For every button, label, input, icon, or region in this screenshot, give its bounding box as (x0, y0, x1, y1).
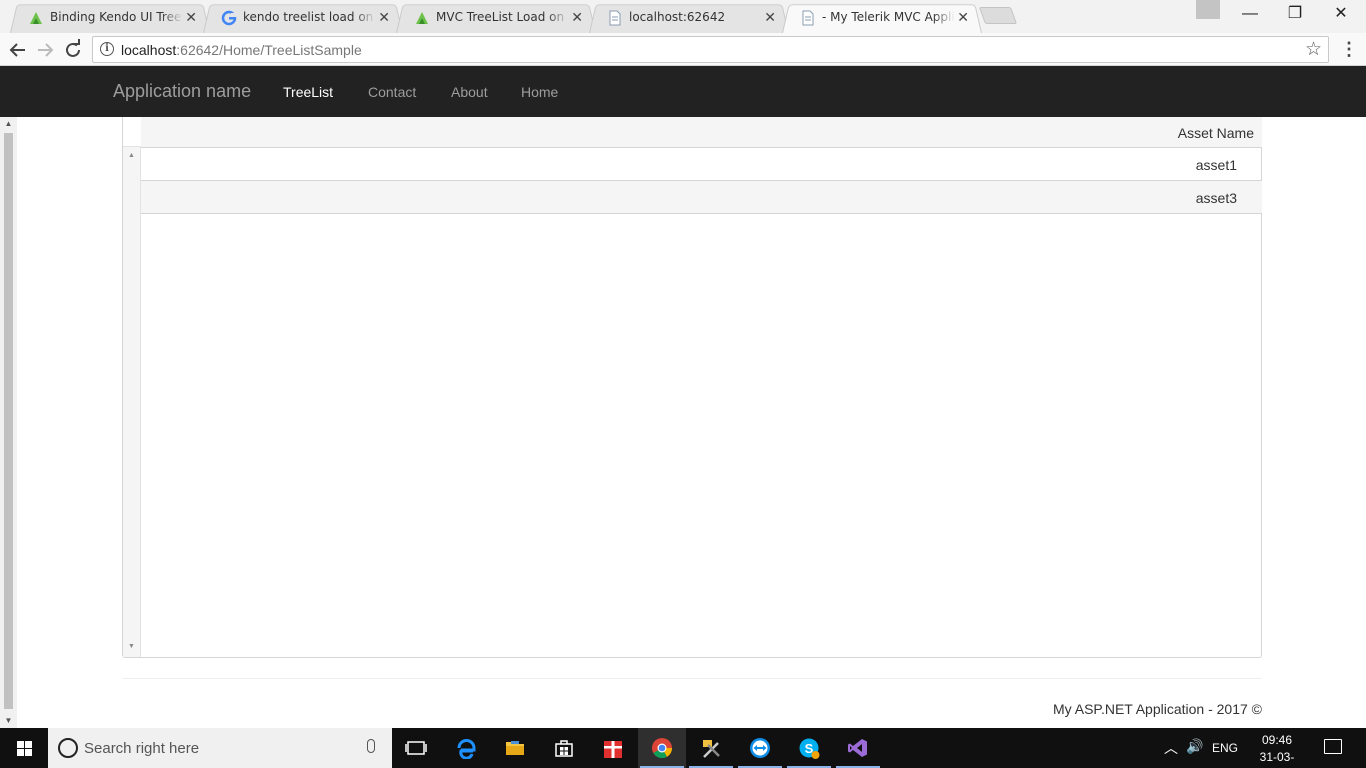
browser-toolbar: i localhost:62642/Home/TreeListSample ☆ … (0, 33, 1366, 66)
table-cell: asset3 (1195, 190, 1237, 206)
treelist-header: Asset Name (141, 117, 1262, 148)
treelist: ▲ ▼ Asset Name asset1 asset3 (122, 117, 1262, 658)
clock-date: 31-03-2017 (1259, 750, 1295, 768)
chevron-up-icon[interactable]: ︿ (1164, 738, 1178, 758)
chrome-icon[interactable] (638, 728, 686, 768)
browser-tab-strip: Binding Kendo UI TreeList ✕ kendo treeli… (0, 0, 1366, 34)
scrollbar-thumb[interactable] (4, 133, 13, 709)
url-text: localhost:62642/Home/TreeListSample (121, 42, 362, 58)
tab-title: localhost:62642 (629, 10, 762, 24)
table-row[interactable]: asset3 (141, 181, 1262, 214)
task-view-icon[interactable] (392, 728, 440, 768)
tab-title: kendo treelist load on demand (243, 10, 376, 24)
browser-tab[interactable]: MVC TreeList Load on Demand ✕ (396, 2, 596, 34)
page-scrollbar[interactable]: ▲ ▼ (0, 117, 17, 728)
kendo-icon (30, 12, 42, 24)
tab-title: Binding Kendo UI TreeList (50, 10, 183, 24)
address-bar[interactable]: i localhost:62642/Home/TreeListSample ☆ (92, 36, 1329, 63)
microphone-icon[interactable] (367, 739, 375, 753)
browser-tab[interactable]: localhost:62642 ✕ (589, 2, 789, 34)
treelist-scrollbar[interactable]: ▲ ▼ (123, 117, 141, 657)
gift-icon[interactable] (589, 728, 637, 768)
clock[interactable]: 09:46 31-03-2017 (1248, 732, 1306, 768)
table-cell: asset1 (1195, 157, 1237, 173)
scroll-up-icon[interactable]: ▲ (0, 117, 17, 131)
browser-menu-icon[interactable]: ⋮ (1340, 37, 1358, 63)
tab-title: - My Telerik MVC Application (822, 10, 955, 24)
footer-text: My ASP.NET Application - 2017 © (1052, 701, 1262, 717)
store-icon[interactable] (540, 728, 588, 768)
maximize-icon[interactable]: ❐ (1272, 0, 1318, 30)
close-icon[interactable]: ✕ (764, 8, 776, 26)
new-tab-button[interactable] (978, 7, 1018, 24)
windows-start-icon[interactable] (0, 728, 48, 768)
scroll-down-icon[interactable]: ▼ (0, 714, 17, 728)
close-icon[interactable]: ✕ (378, 8, 390, 26)
reload-icon[interactable] (60, 37, 86, 63)
page-icon (609, 10, 621, 26)
visual-studio-icon[interactable] (834, 728, 882, 768)
clock-time: 09:46 (1261, 733, 1293, 747)
notification-icon[interactable] (1324, 739, 1342, 754)
footer-divider (122, 678, 1262, 679)
forward-icon[interactable] (32, 37, 58, 63)
file-explorer-icon[interactable] (491, 728, 539, 768)
volume-icon[interactable]: 🔊 (1186, 738, 1203, 755)
close-icon[interactable]: ✕ (185, 8, 197, 26)
nav-link-about[interactable]: About (451, 84, 488, 100)
brand-link[interactable]: Application name (113, 81, 251, 102)
browser-tab-active[interactable]: - My Telerik MVC Application ✕ (782, 2, 982, 34)
page-icon (802, 10, 814, 26)
window-close-icon[interactable]: ✕ (1318, 0, 1364, 30)
back-icon[interactable] (5, 37, 31, 63)
tab-title: MVC TreeList Load on Demand (436, 10, 569, 24)
taskbar-search-box[interactable]: Search right here (48, 728, 392, 768)
skype-icon[interactable]: S (785, 728, 833, 768)
scroll-up-icon[interactable]: ▲ (123, 150, 140, 162)
teamviewer-icon[interactable] (736, 728, 784, 768)
info-icon[interactable]: i (100, 42, 114, 56)
cortana-icon (58, 738, 78, 758)
close-icon[interactable]: ✕ (571, 8, 583, 26)
tools-icon[interactable] (687, 728, 735, 768)
profile-icon[interactable] (1196, 0, 1220, 19)
browser-tab[interactable]: Binding Kendo UI TreeList ✕ (10, 2, 210, 34)
close-icon[interactable]: ✕ (957, 8, 969, 26)
kendo-icon (416, 12, 428, 24)
column-header-asset-name[interactable]: Asset Name (1178, 125, 1254, 141)
taskbar: Search right here S ︿ 🔊 ENG 09:46 31-03- (0, 728, 1366, 768)
browser-tab[interactable]: kendo treelist load on demand ✕ (203, 2, 403, 34)
nav-link-treelist[interactable]: TreeList (283, 84, 333, 100)
scroll-down-icon[interactable]: ▼ (123, 641, 140, 653)
nav-link-contact[interactable]: Contact (368, 84, 416, 100)
minimize-icon[interactable]: — (1227, 0, 1273, 30)
google-icon (221, 10, 237, 26)
bookmark-star-icon[interactable]: ☆ (1305, 38, 1322, 61)
nav-link-home[interactable]: Home (521, 84, 558, 100)
search-placeholder: Search right here (84, 740, 200, 757)
table-row[interactable]: asset1 (141, 148, 1262, 181)
edge-icon[interactable] (442, 728, 490, 768)
language-indicator[interactable]: ENG (1212, 741, 1238, 755)
site-navbar: Application name TreeList Contact About … (0, 66, 1366, 117)
